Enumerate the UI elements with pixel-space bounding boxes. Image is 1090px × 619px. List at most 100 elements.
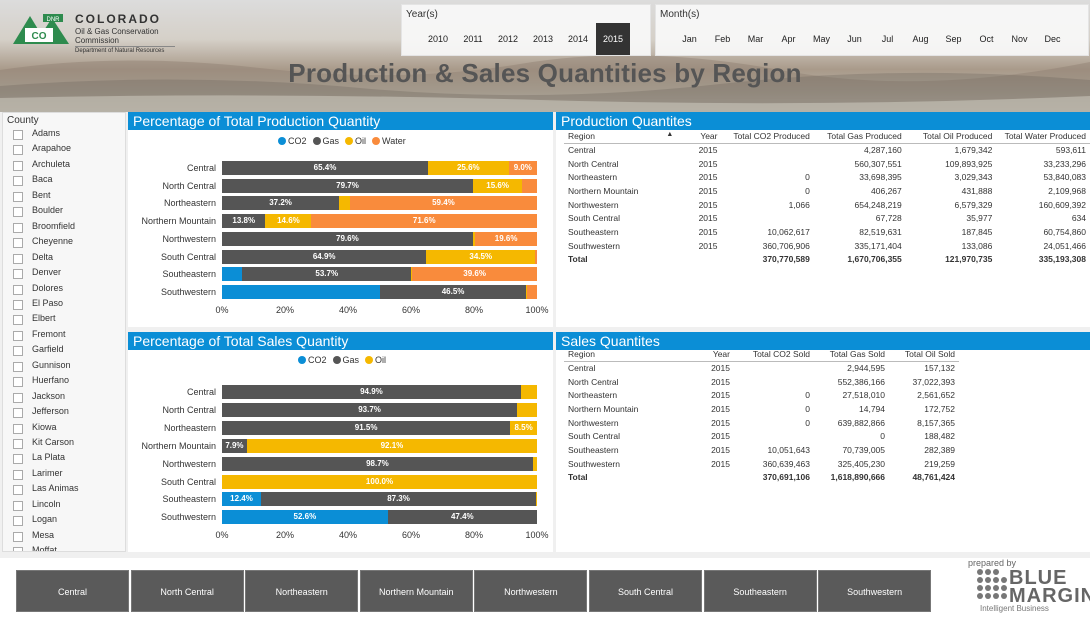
month-slicer-label: Month(s) (660, 9, 700, 20)
region-button-northwestern[interactable]: Northwestern (474, 570, 588, 612)
svg-text:CO: CO (32, 31, 47, 42)
region-button-southwestern[interactable]: Southwestern (818, 570, 932, 612)
table-cell: 0 (805, 403, 810, 414)
table-cell: 2015 (698, 145, 718, 156)
month-option-aug[interactable]: Aug (904, 23, 937, 55)
checkbox[interactable] (13, 361, 23, 372)
column-header[interactable]: Total CO2 Produced (721, 130, 814, 144)
checkbox[interactable] (13, 222, 23, 233)
region-button-north-central[interactable]: North Central (130, 570, 244, 612)
year-option-2014[interactable]: 2014 (561, 23, 595, 55)
checkbox[interactable] (13, 176, 23, 187)
region-button-central[interactable]: Central (16, 570, 129, 612)
production-table: Region ▲ Year Total CO2 Produced Total Gas P… (564, 130, 1090, 266)
checkbox[interactable] (13, 130, 23, 140)
total-cell: 121,970,735 (945, 254, 993, 265)
bar-segment-oil: 34.5% (426, 249, 536, 264)
column-header[interactable]: Year (677, 130, 722, 144)
table-header-row: Region Year Total CO2 Sold Total Gas Sold To… (564, 348, 959, 362)
table-row: Southwestern 2015 360,639,463 325,405,230 21… (564, 457, 959, 471)
month-option-may[interactable]: May (805, 23, 838, 55)
year-option-2015[interactable]: 2015 (596, 23, 630, 55)
checkbox[interactable] (13, 191, 23, 202)
category-label: Northwestern (162, 233, 216, 244)
table-cell: 82,519,631 (859, 226, 902, 237)
year-option-2012[interactable]: 2012 (491, 23, 525, 55)
month-option-apr[interactable]: Apr (772, 23, 805, 55)
svg-text:DNR: DNR (47, 17, 61, 23)
month-option-nov[interactable]: Nov (1003, 23, 1036, 55)
checkbox[interactable] (13, 469, 23, 480)
checkbox[interactable] (13, 253, 23, 264)
column-header[interactable]: Region ▲ (564, 130, 678, 144)
checkbox[interactable] (13, 299, 23, 310)
month-option-sep[interactable]: Sep (937, 23, 970, 55)
column-header-label: Total CO2 Produced (733, 131, 810, 142)
sort-ascending-icon[interactable]: ▲ (666, 131, 673, 138)
checkbox[interactable] (13, 423, 23, 434)
bar-segment-oil (339, 196, 350, 211)
table-cell: 593,611 (1055, 145, 1086, 156)
month-option-jan[interactable]: Jan (673, 23, 706, 55)
month-option-jun[interactable]: Jun (838, 23, 871, 55)
county-name: Huerfano (32, 375, 70, 386)
checkbox[interactable] (13, 346, 23, 357)
checkbox[interactable] (13, 330, 23, 341)
column-header[interactable]: Total Water Produced (996, 130, 1090, 144)
year-option-2013[interactable]: 2013 (526, 23, 560, 55)
county-name: Jackson (32, 390, 66, 401)
month-option-mar[interactable]: Mar (739, 23, 772, 55)
checkbox[interactable] (13, 408, 23, 419)
column-header[interactable]: Total CO2 Sold (734, 348, 814, 362)
checkbox[interactable] (13, 269, 23, 280)
column-header[interactable]: Total Oil Produced (905, 130, 997, 144)
sales-table-panel: Sales Quantites Region Year Total CO2 Sold… (556, 332, 1090, 552)
category-label: Northwestern (162, 458, 216, 469)
table-cell (722, 143, 814, 157)
checkbox[interactable] (13, 516, 23, 527)
table-cell: 552,386,166 (837, 376, 885, 387)
checkbox[interactable] (13, 485, 23, 496)
region-button-southeastern[interactable]: Southeastern (703, 570, 817, 612)
checkbox[interactable] (13, 500, 23, 511)
table-cell: 219,259 (924, 458, 955, 469)
checkbox[interactable] (13, 531, 23, 542)
checkbox[interactable] (13, 377, 23, 388)
county-name: Garfield (32, 344, 64, 355)
column-header[interactable]: Region (564, 348, 689, 362)
checkbox[interactable] (13, 284, 23, 295)
year-option-2010[interactable]: 2010 (421, 23, 455, 55)
region-button-south-central[interactable]: South Central (589, 570, 702, 612)
x-tick-label: 20% (275, 304, 295, 315)
month-option-dec[interactable]: Dec (1036, 23, 1069, 55)
month-option-feb[interactable]: Feb (706, 23, 739, 55)
bar-segment-gas: 91.5% (222, 420, 511, 435)
checkbox[interactable] (13, 454, 23, 465)
checkbox[interactable] (13, 145, 23, 156)
checkbox[interactable] (13, 207, 23, 218)
region-button-northern-mountain[interactable]: Northern Mountain (359, 570, 473, 612)
checkbox[interactable] (13, 160, 23, 171)
table-cell: 360,706,906 (762, 240, 810, 251)
checkbox[interactable] (13, 547, 23, 551)
table-cell: 2,561,652 (917, 390, 955, 401)
category-label: Southeastern (162, 494, 216, 505)
month-option-jul[interactable]: Jul (871, 23, 904, 55)
year-option-2011[interactable]: 2011 (456, 23, 490, 55)
checkbox[interactable] (13, 315, 23, 326)
county-name: Moffat (32, 545, 57, 552)
table-cell: 2015 (711, 431, 730, 442)
column-header[interactable]: Total Gas Produced (813, 130, 906, 144)
checkbox[interactable] (13, 439, 23, 449)
month-option-oct[interactable]: Oct (970, 23, 1003, 55)
region-button-northeastern[interactable]: Northeastern (245, 570, 359, 612)
column-header[interactable]: Total Oil Sold (889, 348, 959, 362)
column-header[interactable]: Total Gas Sold (814, 348, 889, 362)
county-name: Jefferson (32, 406, 69, 417)
checkbox[interactable] (13, 392, 23, 403)
checkbox[interactable] (13, 238, 23, 249)
table-cell: 3,029,343 (954, 172, 993, 183)
table-row: North Central 2015 552,386,166 37,022,393 (564, 375, 959, 389)
sales-table: Region Year Total CO2 Sold Total Gas Sold To… (564, 348, 959, 484)
column-header[interactable]: Year (689, 348, 734, 362)
